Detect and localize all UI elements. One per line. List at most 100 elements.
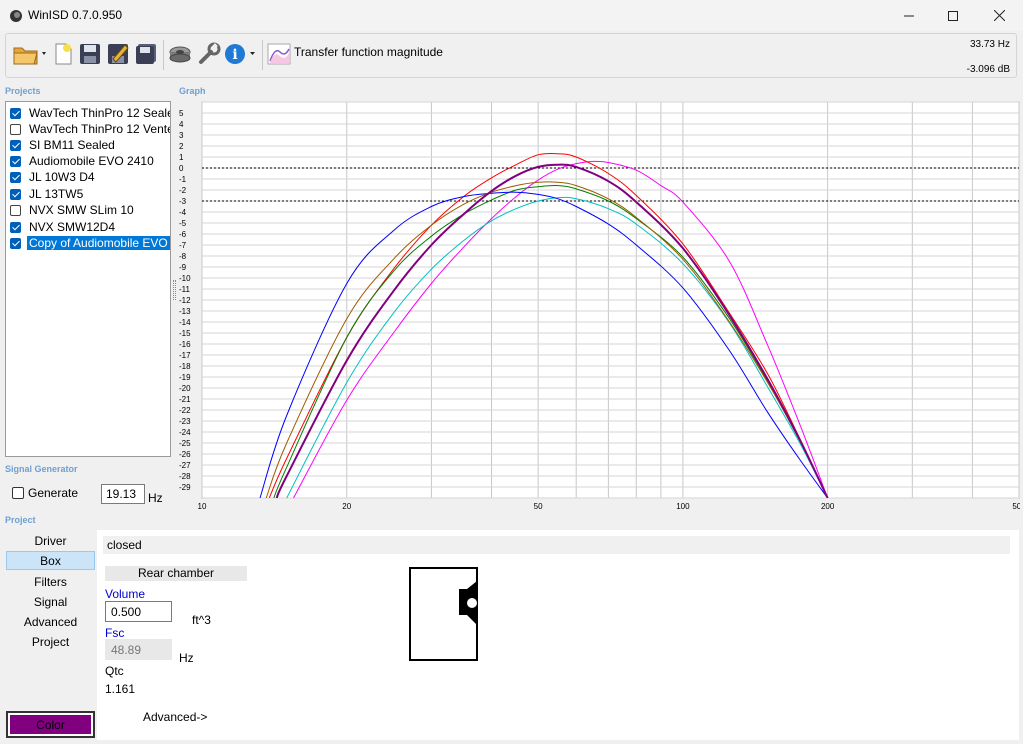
x-tick-label: 500: [1012, 502, 1020, 511]
advanced-link[interactable]: Advanced->: [143, 710, 207, 724]
y-tick-label: -14: [179, 318, 191, 327]
save-button[interactable]: [78, 39, 102, 69]
x-tick-label: 100: [676, 502, 690, 511]
project-name: Audiomobile EVO 2410: [29, 154, 154, 168]
project-item[interactable]: NVX SMW SLim 10: [6, 202, 170, 218]
project-checkbox[interactable]: [10, 107, 21, 119]
project-item[interactable]: JL 10W3 D4: [6, 169, 170, 185]
graph-section-label: Graph: [179, 86, 206, 96]
y-tick-label: -21: [179, 395, 191, 404]
generate-toggle[interactable]: Generate: [12, 486, 78, 500]
save-all-button[interactable]: [134, 39, 158, 69]
project-item[interactable]: NVX SMW12D4: [6, 219, 170, 235]
tab-project[interactable]: Project: [6, 632, 95, 651]
y-tick-label: -5: [179, 219, 187, 228]
y-tick-label: -10: [179, 274, 191, 283]
new-project-button[interactable]: [52, 39, 74, 69]
qtc-value: 1.161: [105, 682, 136, 696]
driver-editor-button[interactable]: [167, 39, 193, 69]
tools-button[interactable]: [196, 39, 222, 69]
project-item[interactable]: Copy of Audiomobile EVO 2410: [6, 235, 170, 251]
fsc-input: [105, 639, 172, 660]
fsc-unit: Hz: [179, 651, 194, 665]
project-list[interactable]: WavTech ThinPro 12 Sealed WavTech ThinPr…: [5, 101, 171, 457]
project-checkbox[interactable]: [10, 123, 21, 135]
tab-box[interactable]: Box: [6, 551, 95, 570]
response-graph[interactable]: 5 4 3 2 1 0 -1 -2 -3 -4 -5 -6 -7 -8 -9 -10 -11 -12 -13 -14-…: [175, 99, 1020, 514]
project-checkbox[interactable]: [10, 237, 21, 249]
app-speaker-icon: [10, 10, 22, 22]
project-checkbox[interactable]: [10, 221, 21, 233]
signal-generator-section-label: Signal Generator: [5, 464, 78, 474]
tab-driver[interactable]: Driver: [6, 531, 95, 550]
project-checkbox[interactable]: [10, 139, 21, 151]
minimize-icon: [904, 15, 914, 16]
graph-type-label: Transfer function magnitude: [294, 45, 443, 59]
box-type-select[interactable]: closed: [103, 536, 1010, 554]
volume-label: Volume: [105, 587, 146, 601]
toolbar-separator: [163, 40, 164, 70]
x-tick-label: 200: [821, 502, 835, 511]
maximize-icon: [948, 10, 958, 21]
x-tick-label: 20: [342, 502, 351, 511]
y-tick-label: -1: [179, 175, 187, 184]
toolbar: i Transfer function magnitude 33.73 Hz -…: [5, 33, 1017, 78]
info-button[interactable]: i: [224, 39, 258, 69]
title-bar: WinISD 0.7.0.950: [0, 0, 1023, 31]
project-item[interactable]: WavTech ThinPro 12 Sealed: [6, 105, 170, 121]
project-checkbox[interactable]: [10, 204, 21, 216]
toolbar-separator: [262, 40, 263, 70]
project-item[interactable]: SI BM11 Sealed: [6, 137, 170, 153]
y-tick-label: -24: [179, 428, 191, 437]
sealed-box-diagram: [409, 567, 478, 661]
project-color-button[interactable]: Color: [6, 711, 95, 738]
fsc-label: Fsc: [105, 626, 125, 640]
y-tick-label: -4: [179, 208, 187, 217]
generate-checkbox[interactable]: [12, 487, 24, 499]
open-folder-icon: [13, 47, 46, 65]
project-name: NVX SMW SLim 10: [29, 203, 134, 217]
y-tick-label: -16: [179, 340, 191, 349]
y-tick-label: -12: [179, 296, 191, 305]
x-tick-label: 50: [534, 502, 543, 511]
project-item[interactable]: JL 13TW5: [6, 186, 170, 202]
save-as-pencil-icon: [108, 44, 129, 64]
y-tick-label: -8: [179, 252, 187, 261]
signal-frequency-input[interactable]: [101, 484, 145, 504]
project-checkbox[interactable]: [10, 188, 21, 200]
save-all-icon: [136, 44, 156, 64]
y-tick-label: 5: [179, 109, 184, 118]
cursor-frequency-readout: 33.73 Hz: [969, 39, 1010, 50]
volume-input[interactable]: [105, 601, 172, 622]
transfer-function-chart[interactable]: 543210-1-2-3-4-5-6-7-8-9-10-11-12-13-14-…: [175, 99, 1020, 514]
projects-section-label: Projects: [5, 86, 41, 96]
maximize-button[interactable]: [930, 0, 976, 31]
y-tick-label: -23: [179, 417, 191, 426]
project-item[interactable]: Audiomobile EVO 2410: [6, 153, 170, 169]
tab-filters[interactable]: Filters: [6, 572, 95, 591]
box-panel: closed Rear chamber Volume ft^3 Fsc Hz Q…: [97, 530, 1019, 740]
project-name: SI BM11 Sealed: [29, 138, 115, 152]
y-tick-label: -28: [179, 472, 191, 481]
tab-advanced[interactable]: Advanced: [6, 612, 95, 631]
save-as-button[interactable]: [106, 39, 130, 69]
project-checkbox[interactable]: [10, 155, 21, 167]
graph-type-button[interactable]: [266, 39, 292, 69]
tab-signal[interactable]: Signal: [6, 592, 95, 611]
close-icon: [993, 10, 1005, 21]
y-tick-label: -26: [179, 450, 191, 459]
rear-chamber-tab[interactable]: Rear chamber: [105, 566, 247, 581]
y-tick-label: 0: [179, 164, 184, 173]
generate-label: Generate: [28, 486, 79, 500]
qtc-label: Qtc: [105, 664, 124, 678]
cursor-level-readout: -3.096 dB: [966, 64, 1010, 75]
close-button[interactable]: [976, 0, 1022, 31]
save-disk-icon: [80, 44, 100, 64]
y-tick-label: -2: [179, 186, 187, 195]
open-project-button[interactable]: [11, 39, 51, 69]
y-tick-label: -18: [179, 362, 191, 371]
project-name: JL 13TW5: [29, 187, 84, 201]
project-item[interactable]: WavTech ThinPro 12 Vented: [6, 121, 170, 137]
project-checkbox[interactable]: [10, 171, 21, 183]
minimize-button[interactable]: [886, 0, 932, 31]
